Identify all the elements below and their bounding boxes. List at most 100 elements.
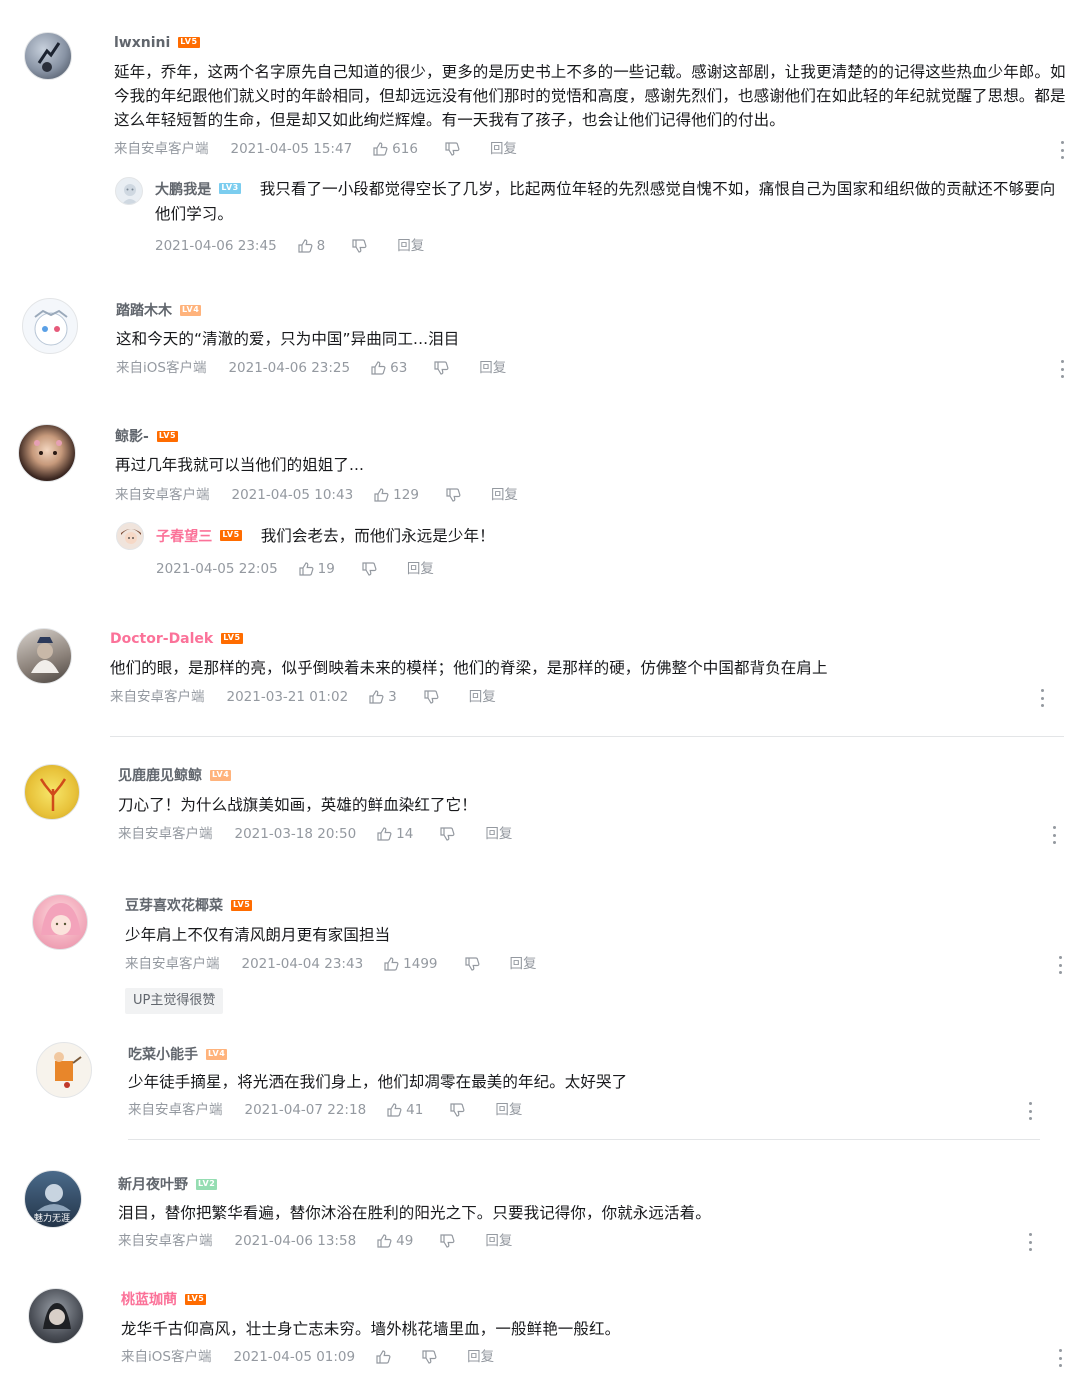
reply-text: 我只看了一小段都觉得空长了几岁，比起两位年轻的先烈感觉自愧不如，痛恨自己为国家和… [155,180,1056,223]
avatar[interactable] [32,894,88,950]
thumbs-up-icon [299,562,314,576]
like-button[interactable]: 41 [386,1101,423,1119]
thumbs-up-icon [376,1350,391,1364]
username[interactable]: Doctor-Dalek LV5 [110,630,243,648]
reply-avatar[interactable] [116,522,144,550]
username[interactable]: lwxnini LV5 [114,34,200,52]
timestamp: 2021-04-06 13:58 [234,1233,357,1249]
reply-button[interactable]: 回复 [469,688,496,706]
username[interactable]: 见鹿鹿见鲸鲸 LV4 [118,767,232,785]
more-vertical-icon[interactable] [1027,1102,1033,1120]
dislike-button[interactable] [361,561,377,577]
like-button[interactable]: 14 [376,825,413,843]
avatar[interactable] [18,424,76,482]
reply-button[interactable]: 回复 [467,1348,494,1366]
timestamp: 2021-03-21 01:02 [226,689,349,705]
more-vertical-icon[interactable] [1027,1233,1033,1251]
username[interactable]: 鲸影- LV5 [115,428,179,446]
more-vertical-icon[interactable] [1059,360,1065,378]
like-button[interactable] [375,1349,395,1365]
avatar[interactable] [16,628,72,684]
username[interactable]: 桃蓝珈蔄 LV5 [121,1291,207,1309]
client-source: 来自安卓客户端 [114,141,209,157]
like-button[interactable]: 129 [373,486,419,504]
comment-text: 少年肩上不仅有清风朗月更有家国担当 [125,926,391,944]
dislike-button[interactable] [464,956,480,972]
comment-text: 他们的眼，是那样的亮，似乎倒映着未来的模样；他们的脊梁，是那样的硬，仿佛整个中国… [110,659,828,677]
thumbs-down-icon [450,1103,465,1117]
client-source: 来自安卓客户端 [115,487,210,503]
more-vertical-icon[interactable] [1059,141,1065,159]
comment-meta: 来自安卓客户端 2021-04-06 13:58 49 回复 [118,1232,512,1250]
dislike-button[interactable] [449,1102,465,1118]
username[interactable]: 踏踏木木 LV4 [116,302,202,320]
client-source: 来自iOS客户端 [116,360,207,376]
dislike-button[interactable] [433,360,449,376]
reply-username[interactable]: 子春望三 [156,529,212,545]
avatar[interactable] [28,1288,84,1344]
like-count: 19 [317,561,335,577]
reply-button[interactable]: 回复 [490,140,517,158]
thumbs-down-icon [440,1234,455,1248]
reply-button[interactable]: 回复 [485,825,512,843]
comment-meta: 来自安卓客户端 2021-04-05 10:43 129 回复 [115,486,518,504]
reply-button[interactable]: 回复 [495,1101,522,1119]
reply-button[interactable]: 回复 [491,486,518,504]
timestamp: 2021-04-04 23:43 [241,956,364,972]
username[interactable]: 新月夜叶野 LV2 [118,1176,218,1194]
avatar-text: 魅力无涯 [34,1214,71,1224]
dislike-button[interactable] [421,1349,437,1365]
reply-button[interactable]: 回复 [407,560,434,578]
more-vertical-icon[interactable] [1051,826,1057,844]
more-vertical-icon[interactable] [1057,1349,1063,1367]
reply-text: 我们会老去，而他们永远是少年！ [260,527,495,545]
dislike-button[interactable] [445,487,461,503]
dislike-button[interactable] [439,826,455,842]
like-count: 41 [406,1102,424,1118]
like-button[interactable]: 49 [376,1232,413,1250]
avatar[interactable] [36,1042,92,1098]
avatar[interactable] [24,764,80,820]
dislike-button[interactable] [439,1233,455,1249]
client-source: 来自安卓客户端 [118,1233,213,1249]
like-count: 129 [393,487,419,503]
like-button[interactable]: 1499 [383,955,438,973]
like-button[interactable]: 8 [297,237,326,255]
like-button[interactable]: 616 [372,140,418,158]
client-source: 来自安卓客户端 [110,689,205,705]
reply-button[interactable]: 回复 [397,237,424,255]
reply-meta: 2021-04-06 23:45 8 回复 [155,237,424,255]
like-button[interactable]: 3 [368,688,397,706]
level-badge: LV3 [219,183,241,194]
up-liked-tag: UP主觉得很赞 [125,988,224,1014]
like-button[interactable]: 63 [370,359,407,377]
dislike-button[interactable] [423,689,439,705]
thumbs-up-icon [377,827,392,841]
like-button[interactable]: 19 [298,560,335,578]
username[interactable]: 豆芽喜欢花椰菜 LV5 [125,897,253,915]
dislike-button[interactable] [351,238,367,254]
reply-button[interactable]: 回复 [479,359,506,377]
avatar[interactable] [24,32,72,80]
like-count: 8 [316,238,326,254]
reply-button[interactable]: 回复 [510,955,537,973]
avatar[interactable] [22,298,78,354]
avatar[interactable]: 魅力无涯 [24,1170,82,1228]
more-vertical-icon[interactable] [1039,689,1045,707]
comment-meta: 来自安卓客户端 2021-04-04 23:43 1499 回复 [125,955,537,973]
reply-username[interactable]: 大鹏我是 [155,182,211,198]
client-source: 来自iOS客户端 [121,1349,212,1365]
level-badge: LV5 [220,530,242,541]
like-count: 3 [388,689,397,705]
dislike-button[interactable] [444,141,460,157]
reply-avatar[interactable] [115,177,143,205]
more-vertical-icon[interactable] [1057,956,1063,974]
client-source: 来自安卓客户端 [128,1102,223,1118]
reply-button[interactable]: 回复 [485,1232,512,1250]
timestamp: 2021-04-05 10:43 [231,487,354,503]
comment-text: 少年徒手摘星，将光洒在我们身上，他们却凋零在最美的年纪。太好哭了 [128,1073,628,1091]
level-badge: LV5 [221,632,243,644]
thumbs-up-icon [377,1234,392,1248]
username[interactable]: 吃菜小能手 LV4 [128,1046,228,1064]
like-count: 14 [396,826,414,842]
